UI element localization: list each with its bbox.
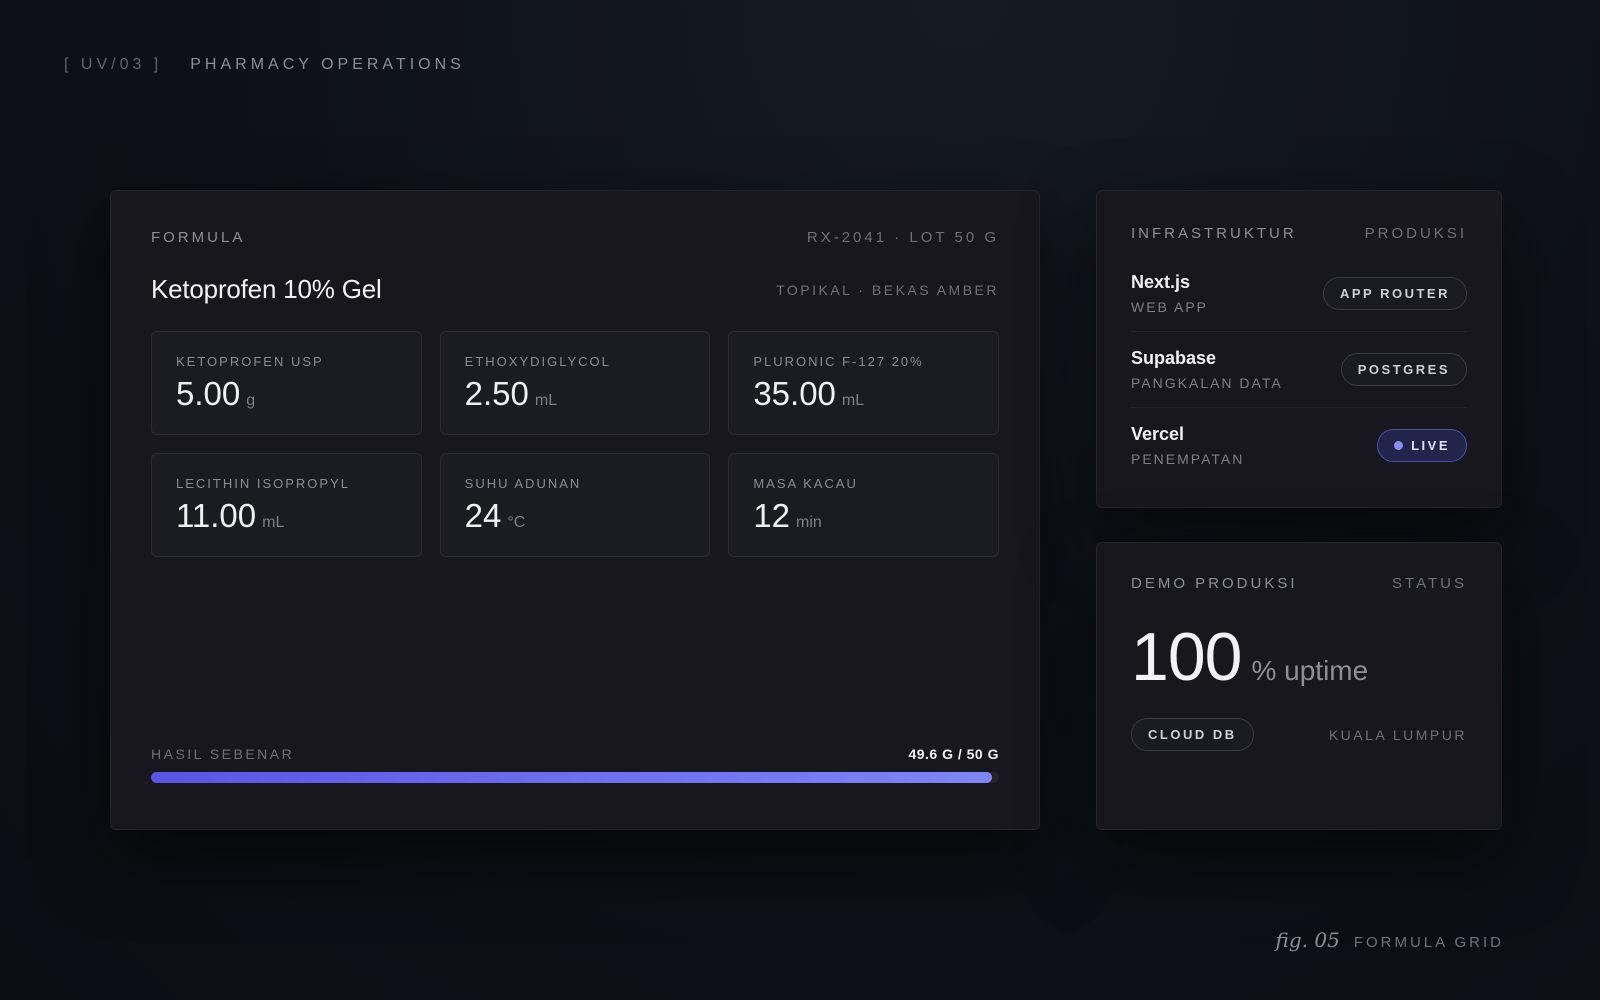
ingredient-tile[interactable]: ETHOXYDIGLYCOL 2.50 mL [439,331,711,435]
infrastructure-card: INFRASTRUKTUR PRODUKSI Next.js WEB APP A… [1096,190,1502,508]
ingredient-tile[interactable]: PLURONIC F-127 20% 35.00 mL [728,331,999,435]
infra-env: PRODUKSI [1364,225,1467,242]
formula-ref: RX-2041 · LOT 50 G [806,229,999,246]
yield-progress-fill [151,772,993,783]
demo-status-label: STATUS [1392,575,1467,592]
demo-title: DEMO PRODUKSI [1131,575,1298,592]
ingredient-tile[interactable]: MASA KACAU 12 min [728,453,999,557]
infra-item-name: Supabase [1131,348,1217,368]
yield-label: HASIL SEBENAR [151,746,295,762]
live-dot-icon [1394,441,1404,450]
ingredient-label: MASA KACAU [753,476,858,491]
ingredient-unit: min [796,514,822,531]
yield-progress-track [151,772,999,783]
infra-item-nextjs: Next.js WEB APP APP ROUTER [1131,256,1467,332]
formula-section-label: FORMULA [151,229,246,246]
ingredient-value: 11.00 [176,497,257,534]
infra-item-sub: WEB APP [1131,299,1209,315]
postgres-badge[interactable]: POSTGRES [1340,353,1467,386]
ingredient-unit: mL [534,392,558,409]
page-title: PHARMACY OPERATIONS [190,56,465,73]
ingredient-label: SUHU ADUNAN [464,476,582,491]
figure-number: fig. 05 [1275,928,1340,952]
ingredient-tile[interactable]: KETOPROFEN USP 5.00 g [151,331,422,435]
uptime-readout: 100 % uptime [1131,618,1467,696]
infra-item-name: Next.js [1131,272,1191,292]
infra-item-sub: PANGKALAN DATA [1131,375,1283,391]
demo-location: KUALA LUMPUR [1328,726,1467,743]
ingredient-grid: KETOPROFEN USP 5.00 g ETHOXYDIGLYCOL 2.50… [151,331,999,557]
ingredient-label: KETOPROFEN USP [176,354,324,369]
cloud-db-badge[interactable]: CLOUD DB [1131,718,1254,751]
ingredient-value: 35.00 [753,375,836,412]
ingredient-label: PLURONIC F-127 20% [753,354,924,369]
ingredient-unit: g [246,392,256,409]
app-router-badge[interactable]: APP ROUTER [1323,277,1467,310]
ingredient-value: 24 [464,497,502,534]
ingredient-unit: mL [262,514,285,531]
ingredient-label: LECITHIN ISOPROPYL [176,476,350,491]
formula-card: FORMULA RX-2041 · LOT 50 G Ketoprofen 10… [110,190,1040,830]
figure-caption: fig. 05 FORMULA GRID [1276,928,1505,952]
ingredient-label: ETHOXYDIGLYCOL [464,354,611,369]
infra-title: INFRASTRUKTUR [1131,225,1297,242]
infra-item-name: Vercel [1131,424,1185,444]
ingredient-tile[interactable]: SUHU ADUNAN 24 °C [439,453,711,557]
infra-item-sub: PENEMPATAN [1131,451,1245,467]
page-header: [ UV/03 ] PHARMACY OPERATIONS [64,56,465,74]
uptime-value: 100 [1131,619,1242,695]
demo-card: DEMO PRODUKSI STATUS 100 % uptime CLOUD … [1096,542,1502,830]
ingredient-value: 12 [753,497,791,534]
ingredient-value: 5.00 [176,375,241,412]
figure-label: FORMULA GRID [1353,934,1504,951]
yield-value: 49.6 G / 50 G [908,746,999,762]
ingredient-tile[interactable]: LECITHIN ISOPROPYL 11.00 mL [151,453,422,557]
section-code: [ UV/03 ] [64,56,163,73]
yield-section: HASIL SEBENAR 49.6 G / 50 G [151,746,999,783]
infra-item-vercel: Vercel PENEMPATAN LIVE [1131,408,1467,483]
uptime-unit: % uptime [1251,655,1369,686]
ingredient-value: 2.50 [464,375,529,412]
live-badge[interactable]: LIVE [1377,429,1467,462]
infra-item-supabase: Supabase PANGKALAN DATA POSTGRES [1131,332,1467,408]
live-badge-label: LIVE [1411,438,1450,453]
ingredient-unit: °C [507,514,526,531]
formula-meta: TOPIKAL · BEKAS AMBER [776,281,999,298]
ingredient-unit: mL [841,392,865,409]
formula-name: Ketoprofen 10% Gel [151,274,382,304]
